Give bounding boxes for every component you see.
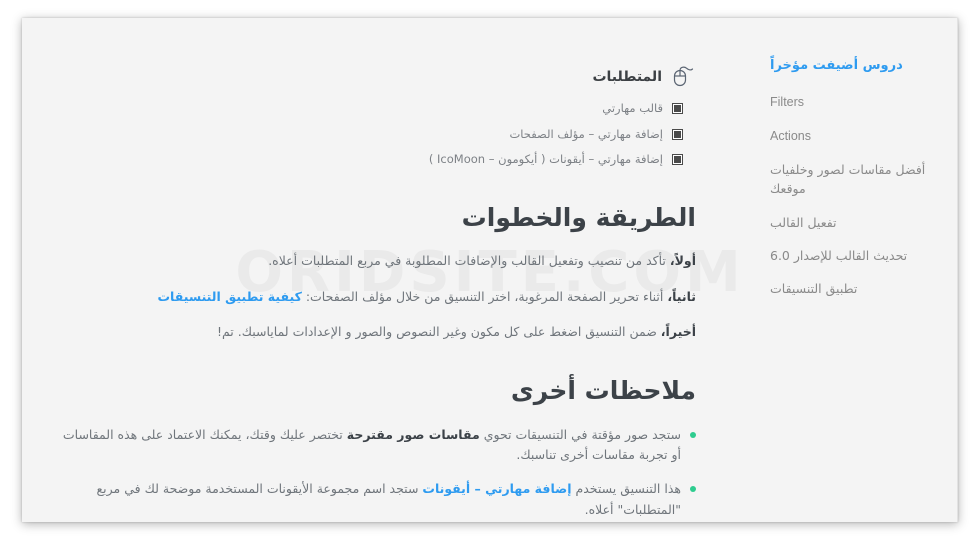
requirement-item: قالب مهارتي xyxy=(62,100,696,117)
method-step-2: ثانياً، أثناء تحرير الصفحة المرغوبة، اخت… xyxy=(62,287,697,306)
sidebar-item-update-template[interactable]: تحديث القالب للإصدار 6.0 xyxy=(770,246,943,265)
mouse-icon xyxy=(670,64,696,90)
sidebar: دروس أضيفت مؤخراً Filters Actions أفضل م… xyxy=(752,18,958,522)
step-text: تأكد من تنصيب وتفعيل القالب والإضافات ال… xyxy=(268,253,670,269)
content-page: ORIDSITE.COM المتطلبات قالب مهارتي إضافة… xyxy=(22,18,958,522)
page-layout: المتطلبات قالب مهارتي إضافة مهارتي – مؤل… xyxy=(22,18,958,522)
note-item: ستجد صور مؤقتة في التنسيقات تحوي مقاسات … xyxy=(62,425,696,466)
requirements-header: المتطلبات xyxy=(62,64,696,90)
main-content: المتطلبات قالب مهارتي إضافة مهارتي – مؤل… xyxy=(22,18,752,522)
requirements-block: المتطلبات قالب مهارتي إضافة مهارتي – مؤل… xyxy=(62,58,696,168)
square-bullet-icon xyxy=(672,154,683,166)
sidebar-item-actions[interactable]: Actions xyxy=(770,127,943,146)
note-bold: مقاسات صور مقترحة xyxy=(346,426,480,442)
requirement-label: قالب مهارتي xyxy=(602,101,663,115)
requirement-item: إضافة مهارتي – أيقونات ( أيكومون – IcoMo… xyxy=(62,151,696,168)
requirements-title: المتطلبات xyxy=(592,69,662,85)
method-step-3: أخيراً، ضمن التنسيق اضغط على كل مكون وغي… xyxy=(62,322,696,341)
method-step-1: أولاً، تأكد من تنصيب وتفعيل القالب والإض… xyxy=(62,251,696,270)
step-lead: أولاً، xyxy=(669,253,696,269)
screenshot-canvas: ORIDSITE.COM المتطلبات قالب مهارتي إضافة… xyxy=(0,0,980,540)
sidebar-item-filters[interactable]: Filters xyxy=(770,93,943,112)
requirement-label: إضافة مهارتي – أيقونات ( أيكومون – IcoMo… xyxy=(428,152,663,167)
icons-addon-link[interactable]: إضافة مهارتي – أيقونات xyxy=(422,481,571,496)
method-section: الطريقة والخطوات أولاً، تأكد من تنصيب وت… xyxy=(62,202,697,341)
requirement-item: إضافة مهارتي – مؤلف الصفحات xyxy=(62,126,696,143)
step-lead: ثانياً، xyxy=(667,288,696,304)
method-title: الطريقة والخطوات xyxy=(461,203,696,233)
step-lead: أخيراً، xyxy=(660,324,696,340)
apply-formats-link[interactable]: كيفية تطبيق التنسيقات xyxy=(158,289,302,304)
step-text: أثناء تحرير الصفحة المرغوبة، اختر التنسي… xyxy=(301,288,668,304)
square-bullet-icon xyxy=(672,102,683,114)
step-text: ضمن التنسيق اضغط على كل مكون وغير النصوص… xyxy=(216,324,661,340)
note-text-pre: ستجد صور مؤقتة في التنسيقات تحوي xyxy=(479,426,681,442)
square-bullet-icon xyxy=(672,128,683,140)
requirement-label: إضافة مهارتي – مؤلف الصفحات xyxy=(509,126,663,141)
sidebar-item-apply-formats[interactable]: تطبيق التنسيقات xyxy=(770,279,943,298)
notes-section: ملاحظات أخرى ستجد صور مؤقتة في التنسيقات… xyxy=(62,375,696,520)
sidebar-item-recent-lessons[interactable]: دروس أضيفت مؤخراً xyxy=(770,56,943,76)
sidebar-item-activate-template[interactable]: تفعيل القالب xyxy=(770,213,943,232)
requirements-list: قالب مهارتي إضافة مهارتي – مؤلف الصفحات … xyxy=(62,100,696,168)
note-text-pre: هذا التنسيق يستخدم xyxy=(571,480,681,496)
sidebar-item-best-image-sizes[interactable]: أفضل مقاسات لصور وخلفيات موقعك xyxy=(770,160,943,199)
notes-list: ستجد صور مؤقتة في التنسيقات تحوي مقاسات … xyxy=(62,425,696,521)
notes-title: ملاحظات أخرى xyxy=(510,376,696,406)
note-item: هذا التنسيق يستخدم إضافة مهارتي – أيقونا… xyxy=(62,479,696,520)
